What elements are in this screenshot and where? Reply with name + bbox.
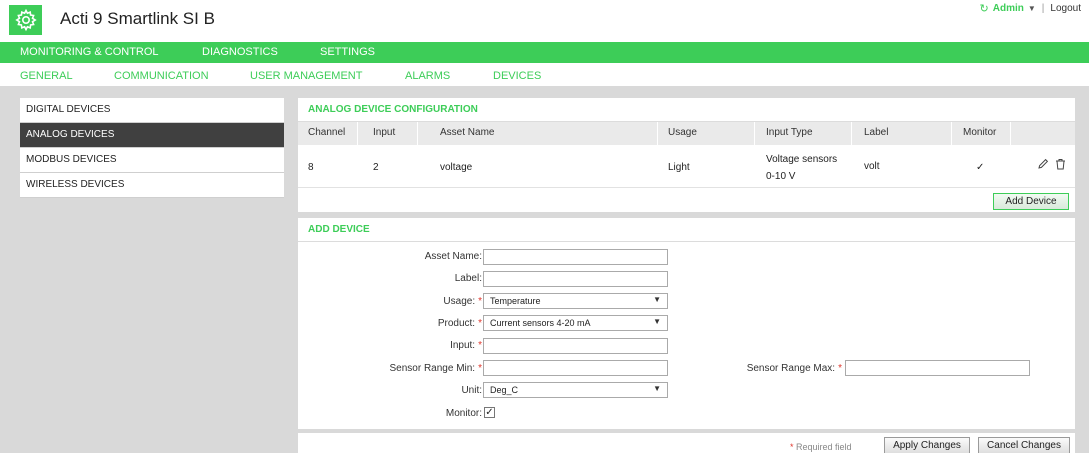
cancel-changes-button[interactable]: Cancel Changes xyxy=(978,437,1070,453)
gear-icon xyxy=(9,5,42,35)
app-title: Acti 9 Smartlink SI B xyxy=(60,9,215,28)
chevron-down-icon: ▼ xyxy=(653,295,661,304)
cell-monitor: ✓ xyxy=(976,162,985,173)
monitor-label: Monitor: xyxy=(445,408,482,419)
trash-icon[interactable] xyxy=(1055,158,1066,173)
add-device-panel: ADD DEVICE Asset Name: Label: Usage: * Te… xyxy=(298,218,1075,429)
add-device-title: ADD DEVICE xyxy=(298,218,1075,242)
tab-communication[interactable]: COMMUNICATION xyxy=(114,70,209,82)
sidebar-item-digital-devices[interactable]: DIGITAL DEVICES xyxy=(20,98,284,123)
usage-label: Usage: * xyxy=(443,296,482,307)
divider: | xyxy=(1041,3,1045,14)
sidebar-item-wireless-devices[interactable]: WIRELESS DEVICES xyxy=(20,173,284,198)
product-select[interactable]: Current sensors 4-20 mA ▼ xyxy=(483,315,668,331)
required-note: * Required field xyxy=(790,442,852,452)
monitor-checkbox[interactable]: ✓ xyxy=(484,407,495,418)
cell-channel: 8 xyxy=(308,162,314,173)
tab-devices[interactable]: DEVICES xyxy=(493,70,541,82)
tab-user-management[interactable]: USER MANAGEMENT xyxy=(250,70,362,82)
chevron-down-icon[interactable]: ▼ xyxy=(1028,4,1036,13)
tab-alarms[interactable]: ALARMS xyxy=(405,70,450,82)
main-nav: MONITORING & CONTROL DIAGNOSTICS SETTING… xyxy=(0,42,1089,63)
asset-name-input[interactable] xyxy=(483,249,668,265)
table-header: Channel Input Asset Name Usage Input Typ… xyxy=(298,122,1075,145)
header: Acti 9 Smartlink SI B ↻ Admin ▼ | Logout xyxy=(0,0,1089,42)
form-footer: * Required field Apply Changes Cancel Ch… xyxy=(298,433,1075,453)
user-menu[interactable]: Admin xyxy=(993,3,1024,14)
add-device-button[interactable]: Add Device xyxy=(993,193,1069,210)
sidebar: DIGITAL DEVICES ANALOG DEVICES MODBUS DE… xyxy=(20,98,284,198)
logout-link[interactable]: Logout xyxy=(1050,3,1081,14)
cell-usage: Light xyxy=(668,162,690,173)
tab-general[interactable]: GENERAL xyxy=(20,70,73,82)
cell-asset-name: voltage xyxy=(440,162,473,173)
col-monitor: Monitor xyxy=(963,127,997,138)
cell-input-type-2: 0-10 V xyxy=(766,171,796,182)
chevron-down-icon: ▼ xyxy=(653,317,661,326)
col-input-type: Input Type xyxy=(766,127,813,138)
usage-select[interactable]: Temperature ▼ xyxy=(483,293,668,309)
config-panel-title: ANALOG DEVICE CONFIGURATION xyxy=(298,98,1075,122)
label-input[interactable] xyxy=(483,271,668,287)
cell-input-type-1: Voltage sensors xyxy=(766,154,838,165)
sensor-range-min-label: Sensor Range Min: * xyxy=(389,363,482,374)
edit-icon[interactable] xyxy=(1037,158,1049,173)
usage-select-value: Temperature xyxy=(490,296,541,306)
sensor-range-max-input[interactable] xyxy=(845,360,1030,376)
col-input: Input xyxy=(373,127,396,138)
col-usage: Usage xyxy=(668,127,697,138)
config-panel: ANALOG DEVICE CONFIGURATION Channel Inpu… xyxy=(298,98,1075,212)
col-channel: Channel xyxy=(308,127,346,138)
label-label: Label: xyxy=(454,273,482,284)
cell-input: 2 xyxy=(373,162,379,173)
sensor-range-min-input[interactable] xyxy=(483,360,668,376)
col-asset-name: Asset Name xyxy=(440,127,495,138)
chevron-down-icon: ▼ xyxy=(653,384,661,393)
nav-settings[interactable]: SETTINGS xyxy=(320,46,375,58)
col-label: Label xyxy=(864,127,889,138)
product-label: Product: * xyxy=(437,318,482,329)
apply-changes-button[interactable]: Apply Changes xyxy=(884,437,970,453)
input-label: Input: * xyxy=(450,340,482,351)
unit-select-value: Deg_C xyxy=(490,385,519,395)
unit-label: Unit: xyxy=(461,385,482,396)
sub-nav: GENERAL COMMUNICATION USER MANAGEMENT AL… xyxy=(0,63,1089,90)
nav-diagnostics[interactable]: DIAGNOSTICS xyxy=(202,46,278,58)
product-select-value: Current sensors 4-20 mA xyxy=(490,318,591,328)
input-field[interactable] xyxy=(483,338,668,354)
sidebar-item-modbus-devices[interactable]: MODBUS DEVICES xyxy=(20,148,284,173)
sidebar-item-analog-devices[interactable]: ANALOG DEVICES xyxy=(20,123,284,148)
unit-select[interactable]: Deg_C ▼ xyxy=(483,382,668,398)
cell-label: volt xyxy=(864,161,880,172)
sensor-range-max-label: Sensor Range Max: * xyxy=(746,363,842,374)
nav-monitoring-control[interactable]: MONITORING & CONTROL xyxy=(20,46,159,58)
asset-name-label: Asset Name: xyxy=(424,251,482,262)
user-area: ↻ Admin ▼ | Logout xyxy=(980,2,1081,15)
refresh-icon[interactable]: ↻ xyxy=(980,2,989,15)
